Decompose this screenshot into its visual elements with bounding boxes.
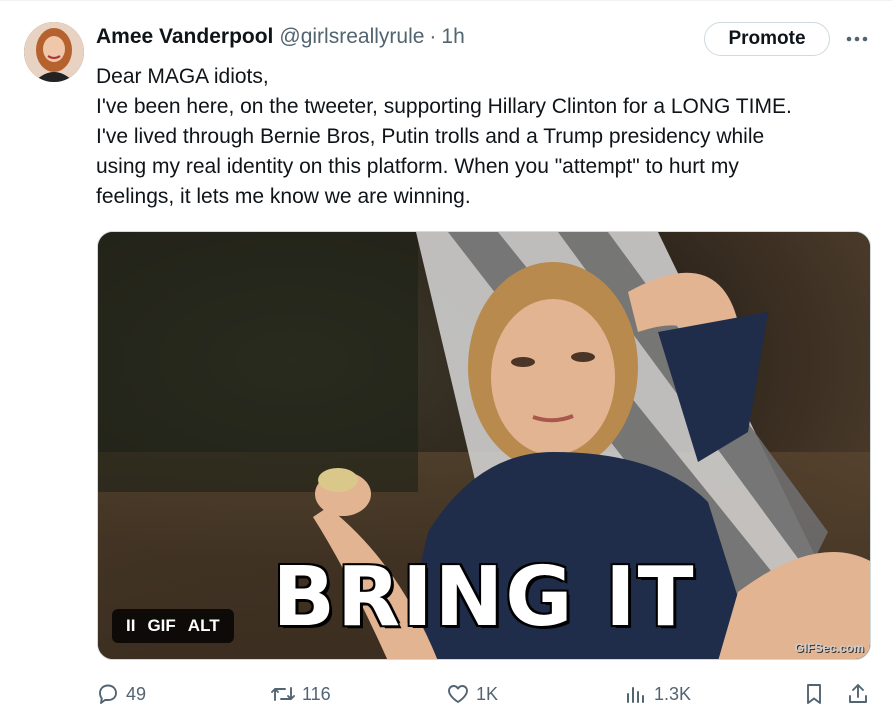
gif-badge: GIF (147, 616, 176, 635)
views-icon (624, 682, 648, 706)
avatar[interactable] (24, 22, 84, 82)
like-count: 1K (476, 683, 499, 704)
action-bar: 49 116 1K 1.3K (0, 676, 892, 712)
tweet-card[interactable]: Amee Vanderpool @girlsreallyrule · 1h Pr… (0, 0, 892, 724)
tweet-text-line: feelings, it lets me know we are winning… (96, 185, 471, 208)
gif-media[interactable]: BRING IT GIFSec.com II GIF ALT (97, 231, 871, 660)
pause-icon[interactable]: II (120, 616, 141, 636)
like-icon (446, 682, 470, 706)
separator-dot: · (429, 25, 437, 48)
gif-watermark: GIFSec.com (794, 641, 864, 655)
share-icon (846, 682, 870, 706)
promote-button[interactable]: Promote (704, 22, 830, 56)
tweet-text: Dear MAGA idiots, I've been here, on the… (96, 62, 876, 212)
reply-button[interactable]: 49 (96, 676, 146, 712)
more-icon[interactable] (842, 26, 872, 52)
repost-count: 116 (302, 683, 331, 704)
divider (0, 0, 892, 1)
views-button[interactable]: 1.3K (624, 676, 691, 712)
tweet-text-line: using my real identity on this platform.… (96, 155, 739, 178)
share-button[interactable] (846, 676, 870, 712)
bookmark-button[interactable] (802, 676, 826, 712)
reply-count: 49 (126, 683, 147, 704)
views-count: 1.3K (654, 683, 692, 704)
gif-controls: II GIF ALT (112, 609, 234, 643)
tweet-header: Amee Vanderpool @girlsreallyrule · 1h (96, 22, 465, 52)
repost-icon (270, 682, 296, 706)
tweet-text-line: Dear MAGA idiots, (96, 65, 269, 88)
tweet-text-line: I've lived through Bernie Bros, Putin tr… (96, 125, 765, 148)
author-handle[interactable]: @girlsreallyrule (279, 25, 424, 49)
timestamp[interactable]: 1h (441, 25, 464, 49)
like-button[interactable]: 1K (446, 676, 498, 712)
tweet-text-line: I've been here, on the tweeter, supporti… (96, 95, 792, 118)
author-name[interactable]: Amee Vanderpool (96, 25, 273, 49)
reply-icon (96, 682, 120, 706)
alt-button[interactable]: ALT (182, 616, 226, 636)
repost-button[interactable]: 116 (270, 676, 331, 712)
bookmark-icon (802, 682, 826, 706)
